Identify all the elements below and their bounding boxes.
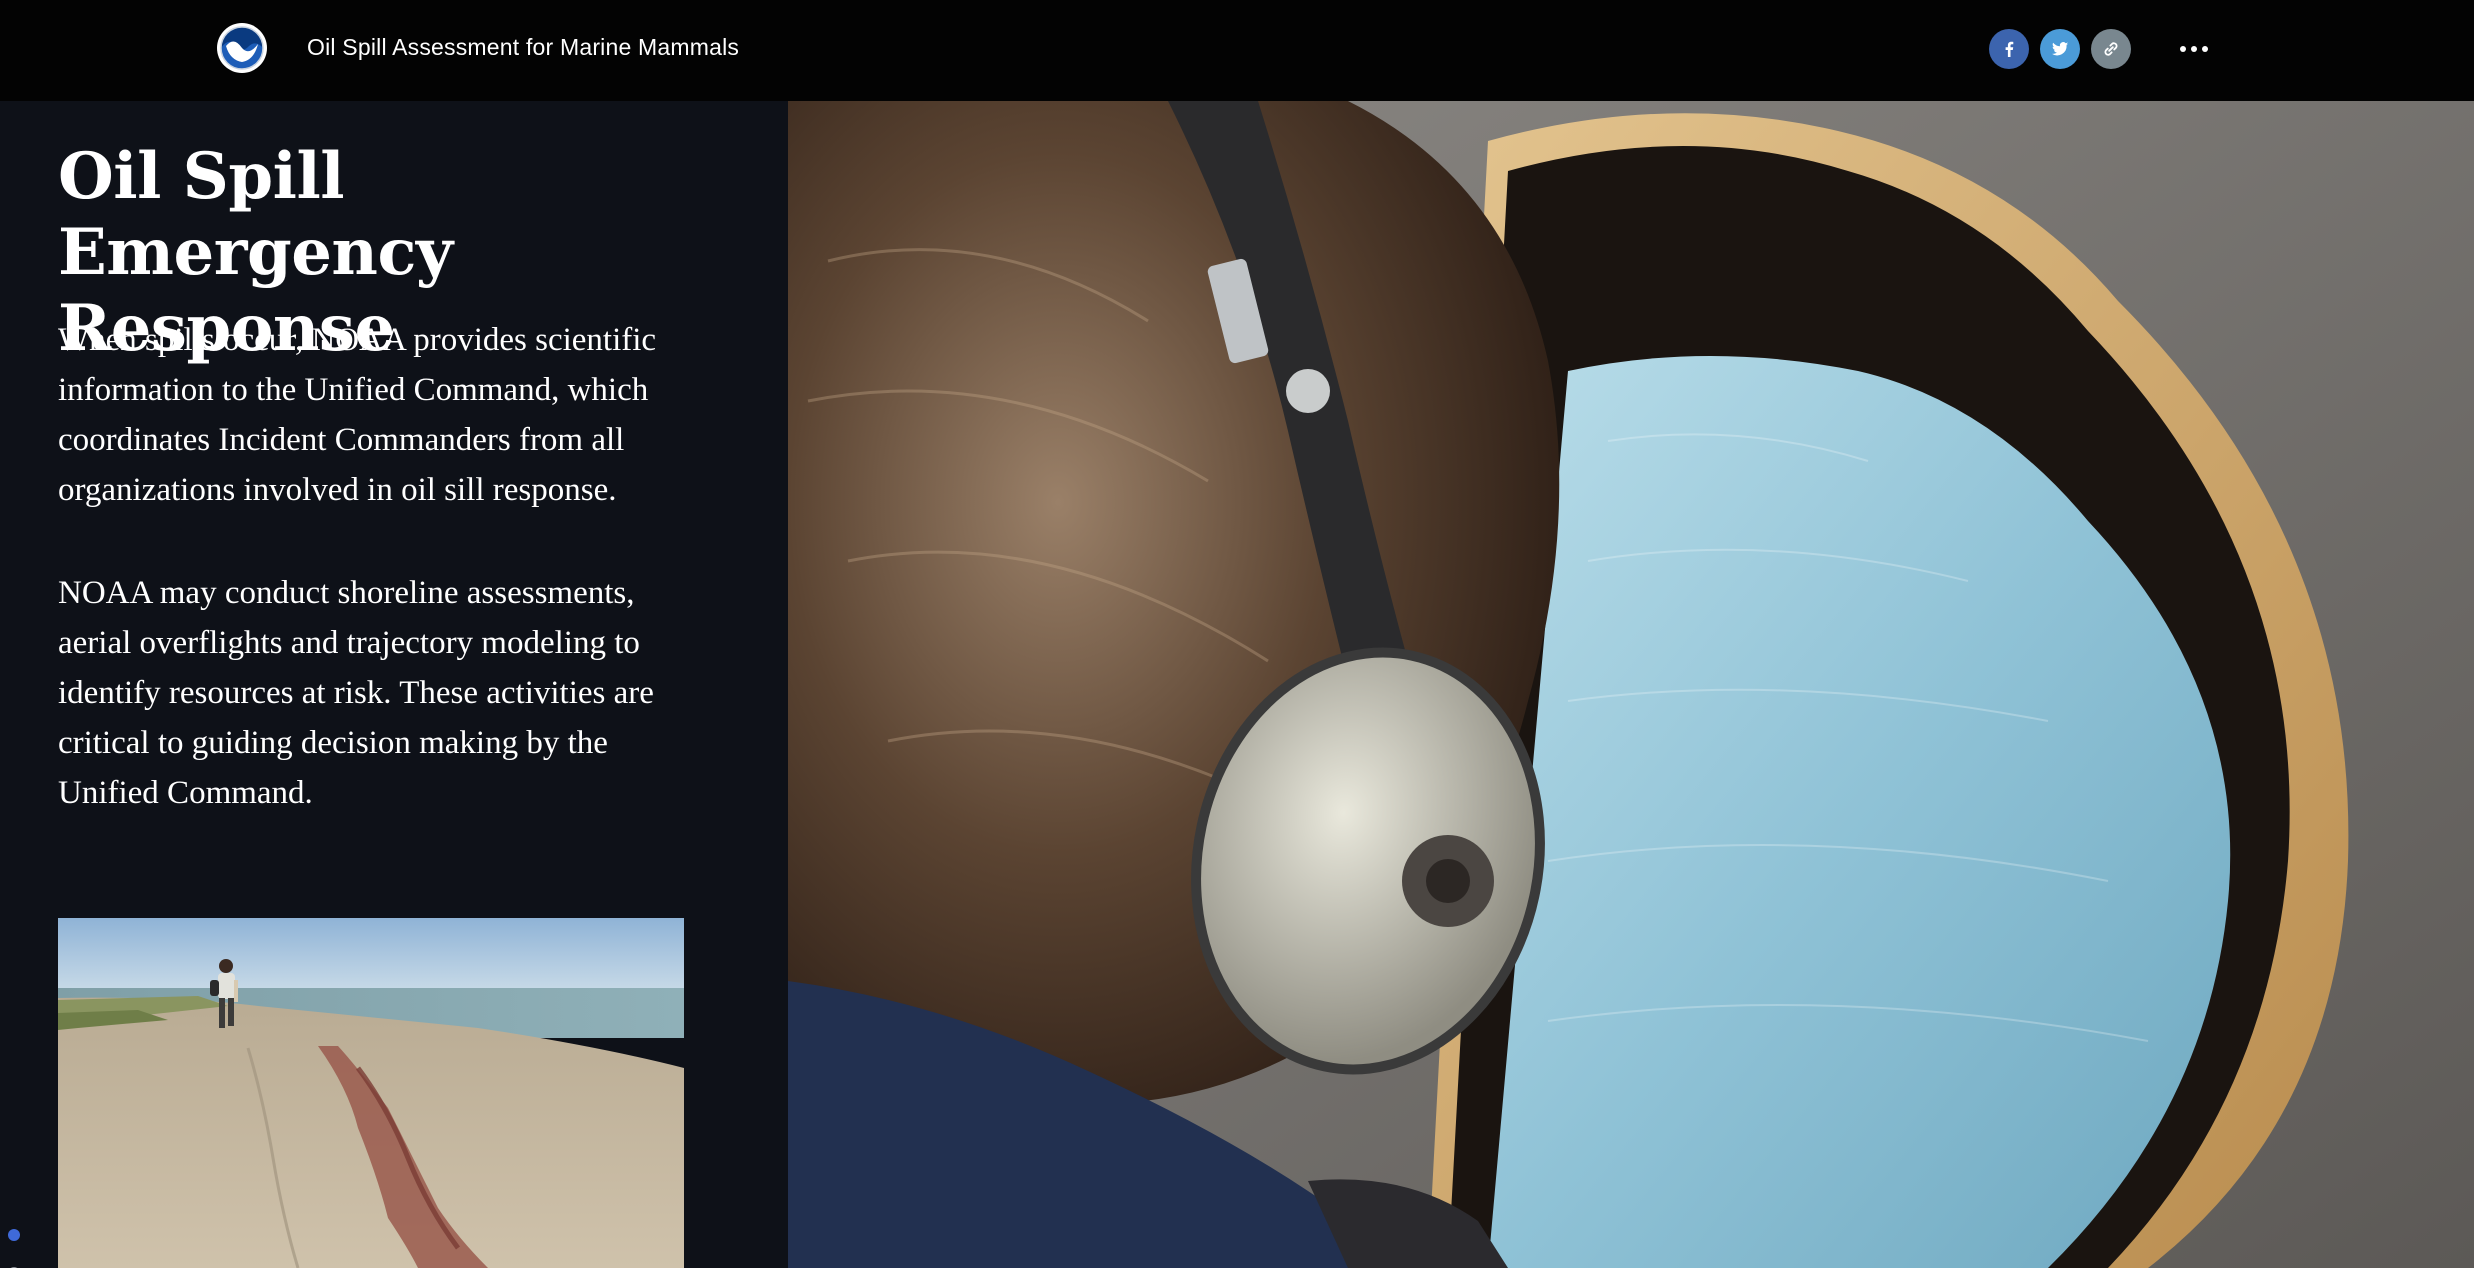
narrative-panel[interactable]: Oil Spill Emergency Response When spills… bbox=[0, 101, 788, 1268]
more-options-icon bbox=[2202, 46, 2208, 52]
narrative-paragraph: When spills occur, NOAA provides scienti… bbox=[58, 322, 657, 508]
section-progress-indicator bbox=[8, 1229, 22, 1268]
progress-dot-active[interactable] bbox=[8, 1229, 20, 1241]
narrative-paragraph: NOAA may conduct shoreline assessments, … bbox=[58, 575, 654, 811]
share-twitter-button[interactable] bbox=[2040, 29, 2080, 69]
main-media-video-frame[interactable] bbox=[788, 101, 2474, 1268]
more-options-icon bbox=[2191, 46, 2197, 52]
more-options-button[interactable] bbox=[2172, 29, 2216, 69]
copy-link-button[interactable] bbox=[2091, 29, 2131, 69]
story-title: Oil Spill Assessment for Marine Mammals bbox=[307, 34, 740, 60]
facebook-icon bbox=[2005, 41, 2014, 57]
twitter-icon bbox=[2052, 42, 2069, 56]
more-options-icon bbox=[2180, 46, 2186, 52]
link-icon bbox=[2104, 42, 2118, 56]
shoreline-assessment-photo[interactable] bbox=[58, 918, 684, 1268]
top-bar: Oil Spill Assessment for Marine Mammals bbox=[0, 0, 2474, 101]
noaa-logo-icon[interactable] bbox=[216, 22, 268, 74]
share-facebook-button[interactable] bbox=[1989, 29, 2029, 69]
